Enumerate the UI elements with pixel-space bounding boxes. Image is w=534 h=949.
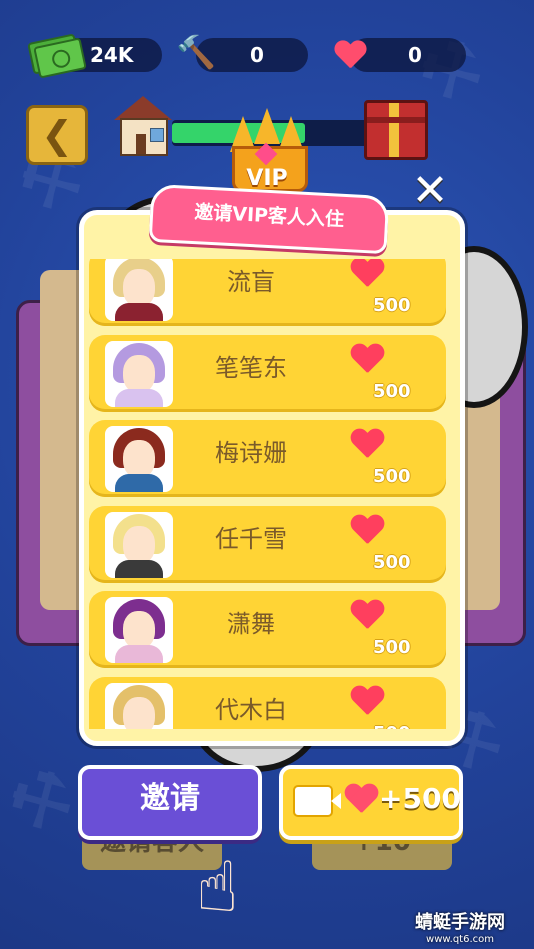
guest-row[interactable]: 笔笔东 500 bbox=[89, 334, 446, 412]
hammer-value: 0 bbox=[250, 43, 264, 67]
watermark-text: 蜻蜓手游网 bbox=[415, 912, 505, 933]
chevron-left-icon: ❮ bbox=[41, 113, 73, 157]
back-button[interactable]: ❮ bbox=[26, 105, 88, 165]
guest-name: 笔笔东 bbox=[215, 353, 287, 382]
pointing-hand-icon: ☝ bbox=[196, 846, 239, 928]
guest-avatar bbox=[105, 259, 173, 321]
guest-name: 梅诗姗 bbox=[215, 439, 287, 467]
guest-row[interactable]: 代木白 500 bbox=[89, 676, 446, 730]
watermark-url: www.qt6.com bbox=[426, 934, 494, 945]
guest-row[interactable]: 潇舞 500 bbox=[89, 591, 446, 668]
heart-value: 0 bbox=[408, 43, 422, 67]
guest-row[interactable]: 流盲 500 bbox=[89, 259, 446, 326]
watermark: 蜻蜓手游网 www.qt6.com bbox=[392, 908, 528, 945]
guest-name: 潇舞 bbox=[227, 610, 275, 638]
heart-icon bbox=[330, 36, 370, 76]
cash-value: 24K bbox=[90, 43, 134, 67]
guest-price: 500 bbox=[373, 723, 411, 730]
guest-list[interactable]: 流盲 500 笔笔东 500 梅诗姗 500 任千雪 500 潇舞 500 代木白 500 bbox=[89, 259, 446, 729]
dialog-title: 邀请VIP客人入住 bbox=[148, 183, 390, 255]
house-icon bbox=[112, 96, 174, 158]
cash-icon bbox=[27, 33, 87, 79]
guest-row[interactable]: 梅诗姗 500 bbox=[89, 420, 446, 497]
guest-price: 500 bbox=[373, 551, 411, 573]
reward-amount: +500 bbox=[379, 782, 461, 815]
guest-name: 流盲 bbox=[227, 268, 275, 296]
guest-avatar bbox=[105, 682, 173, 729]
guest-price: 500 bbox=[373, 466, 411, 487]
hammer-icon: 🔨 bbox=[176, 33, 216, 71]
heart-icon bbox=[350, 344, 384, 376]
guest-name: 代木白 bbox=[215, 695, 287, 724]
heart-icon bbox=[350, 429, 384, 461]
heart-icon bbox=[350, 259, 384, 290]
video-camera-icon bbox=[293, 785, 333, 817]
crown-label: VIP bbox=[246, 166, 288, 191]
guest-price: 500 bbox=[373, 295, 411, 316]
guest-price: 500 bbox=[373, 637, 411, 658]
guest-row[interactable]: 任千雪 500 bbox=[89, 505, 446, 583]
invite-button[interactable]: 邀请 bbox=[78, 765, 262, 840]
heart-icon bbox=[344, 784, 378, 816]
video-reward-button[interactable]: +500 bbox=[279, 765, 463, 840]
heart-icon bbox=[350, 686, 384, 718]
close-button[interactable]: ✕ bbox=[410, 169, 450, 213]
guest-name: 任千雪 bbox=[215, 524, 287, 553]
heart-icon bbox=[350, 600, 384, 632]
guest-avatar bbox=[105, 597, 173, 663]
gift-icon[interactable] bbox=[364, 100, 428, 160]
crown-icon: VIP bbox=[226, 108, 308, 192]
guest-price: 500 bbox=[373, 380, 411, 402]
guest-avatar bbox=[105, 340, 173, 407]
guest-avatar bbox=[105, 426, 173, 492]
close-icon: ✕ bbox=[411, 165, 449, 216]
heart-icon bbox=[350, 515, 384, 547]
vip-invite-dialog: 流盲 500 笔笔东 500 梅诗姗 500 任千雪 500 潇舞 500 代木白 500 bbox=[79, 210, 465, 746]
guest-avatar bbox=[105, 511, 173, 578]
